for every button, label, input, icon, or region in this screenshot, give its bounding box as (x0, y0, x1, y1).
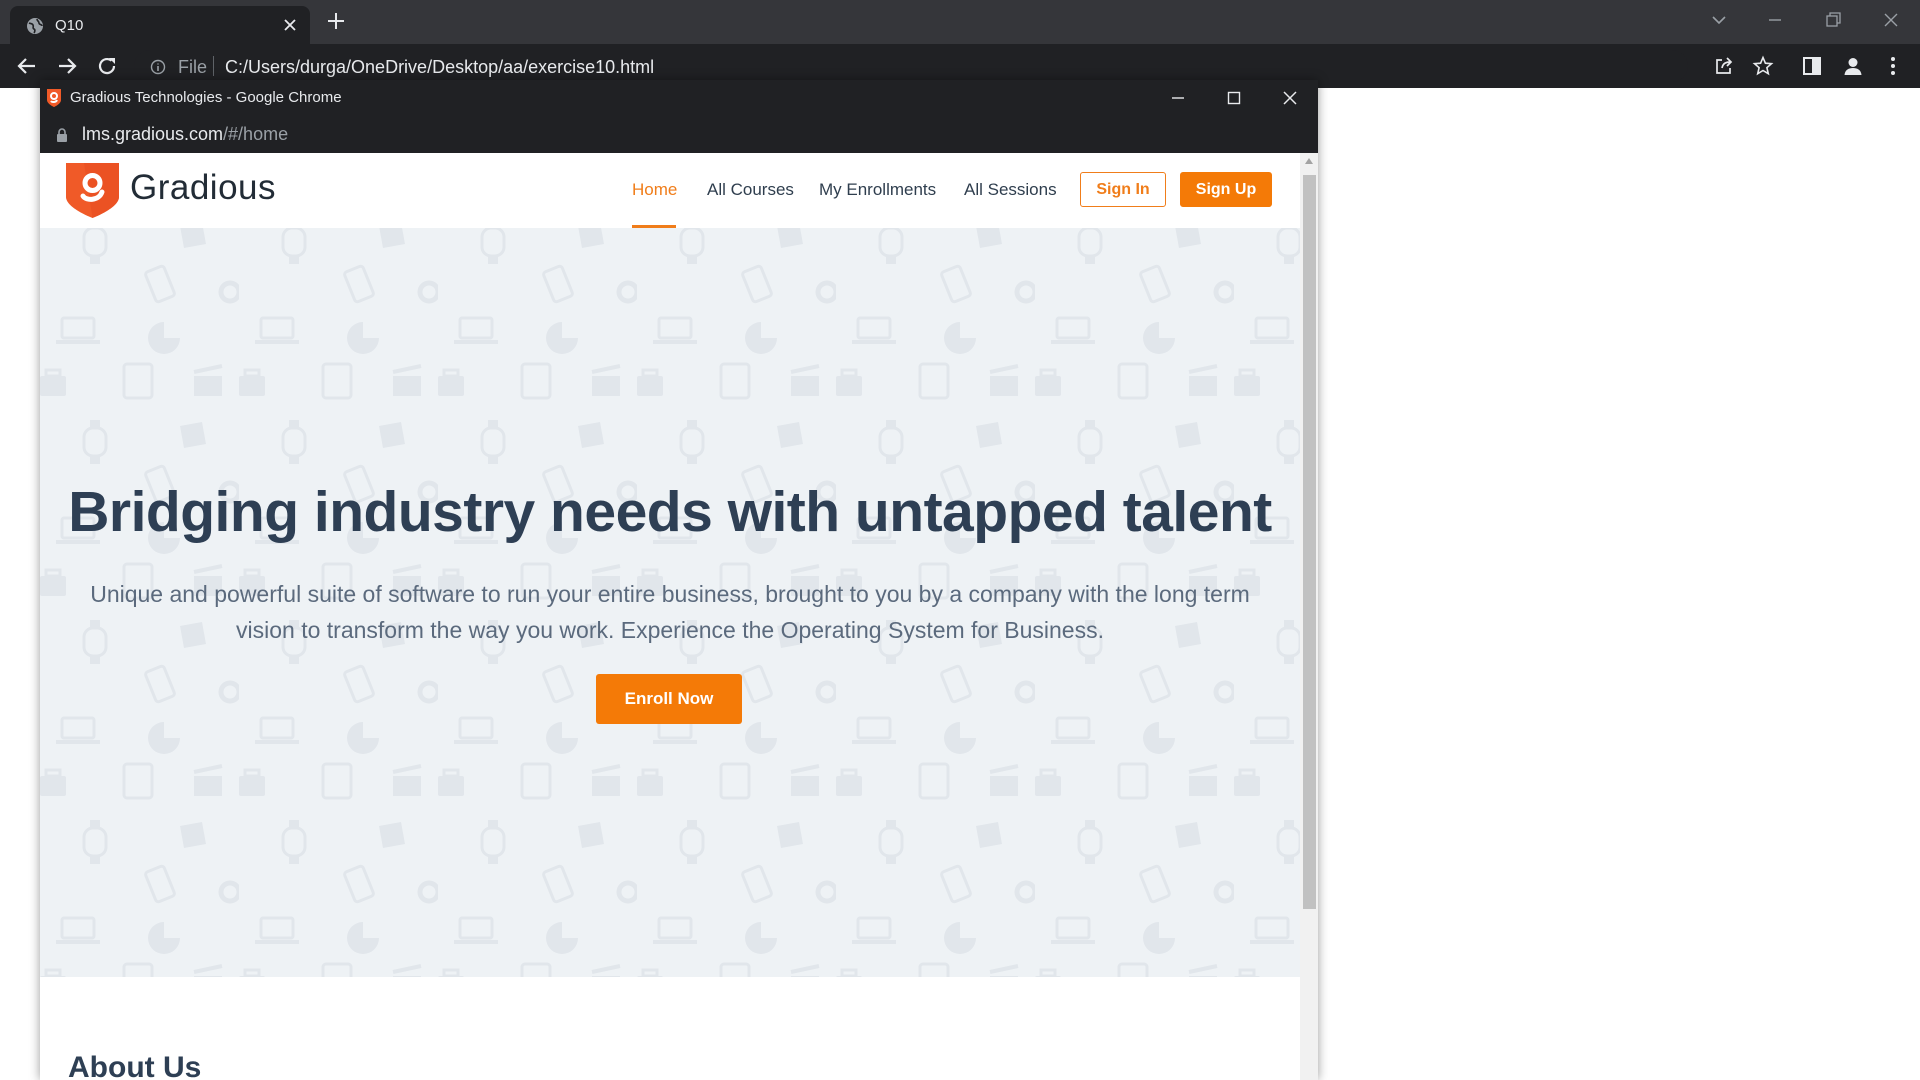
hero-section: Bridging industry needs with untapped ta… (40, 228, 1300, 977)
minimize-icon[interactable] (1765, 10, 1785, 30)
hero-subtitle-line-1: Unique and powerful suite of software to… (90, 581, 1250, 607)
popup-minimize-icon[interactable] (1169, 89, 1187, 107)
enroll-now-button[interactable]: Enroll Now (596, 674, 742, 724)
page-viewport: Gradious Home All Courses My Enrollments… (40, 153, 1300, 1080)
browser-tab-strip: Q10 (0, 0, 1920, 44)
globe-icon (27, 18, 43, 34)
scrollbar-thumb[interactable] (1303, 175, 1316, 909)
menu-kebab-icon[interactable] (1882, 55, 1904, 77)
hero-subtitle-line-2: vision to transform the way you work. Ex… (236, 617, 1104, 643)
nav-home[interactable]: Home (632, 180, 677, 200)
lock-icon (57, 128, 67, 142)
hero-subtitle: Unique and powerful suite of software to… (70, 576, 1270, 648)
scroll-up-arrow-icon[interactable] (1305, 158, 1313, 164)
popup-window-title: Gradious Technologies - Google Chrome (70, 89, 342, 106)
back-icon[interactable] (15, 54, 39, 78)
omnibox-divider (213, 56, 214, 76)
reload-icon[interactable] (95, 54, 119, 78)
new-tab-icon[interactable] (326, 11, 346, 31)
popup-url-host: lms.gradious.com (82, 124, 224, 144)
hero-title: Bridging industry needs with untapped ta… (68, 480, 1272, 544)
info-icon[interactable] (150, 59, 166, 75)
browser-tab[interactable]: Q10 (10, 6, 310, 44)
share-icon[interactable] (1713, 55, 1735, 77)
popup-titlebar[interactable]: Gradious Technologies - Google Chrome (40, 80, 1318, 116)
brand-name[interactable]: Gradious (130, 168, 276, 208)
nav-my-enrollments[interactable]: My Enrollments (819, 180, 936, 200)
about-us-heading: About Us (68, 1051, 202, 1080)
bookmark-star-icon[interactable] (1752, 55, 1774, 77)
popup-maximize-icon[interactable] (1225, 89, 1243, 107)
close-tab-icon[interactable] (282, 17, 298, 33)
nav-all-courses[interactable]: All Courses (707, 180, 794, 200)
popup-window: Gradious Technologies - Google Chrome lm… (40, 80, 1318, 1080)
tab-search-chevron-icon[interactable] (1709, 10, 1729, 30)
close-window-icon[interactable] (1881, 10, 1901, 30)
sign-up-button[interactable]: Sign Up (1180, 172, 1272, 207)
vertical-scrollbar[interactable] (1300, 153, 1318, 1080)
address-bar[interactable]: File C:/Users/durga/OneDrive/Desktop/aa/… (134, 50, 1688, 82)
address-url[interactable]: C:/Users/durga/OneDrive/Desktop/aa/exerc… (225, 57, 654, 78)
nav-all-sessions[interactable]: All Sessions (964, 180, 1057, 200)
restore-icon[interactable] (1823, 10, 1843, 30)
forward-icon[interactable] (55, 54, 79, 78)
tab-title: Q10 (55, 17, 84, 34)
sign-in-button[interactable]: Sign In (1080, 172, 1166, 207)
side-panel-icon[interactable] (1801, 55, 1823, 77)
gradious-favicon-icon (47, 89, 61, 107)
gradious-logo-icon[interactable] (64, 161, 121, 220)
popup-url: lms.gradious.com/#/home (82, 124, 288, 145)
site-header: Gradious Home All Courses My Enrollments… (40, 153, 1300, 228)
profile-icon[interactable] (1842, 55, 1864, 77)
file-scheme-label: File (178, 57, 208, 77)
popup-url-bar: lms.gradious.com/#/home (40, 116, 1318, 153)
popup-url-path: /#/home (223, 124, 289, 144)
popup-close-icon[interactable] (1281, 89, 1299, 107)
